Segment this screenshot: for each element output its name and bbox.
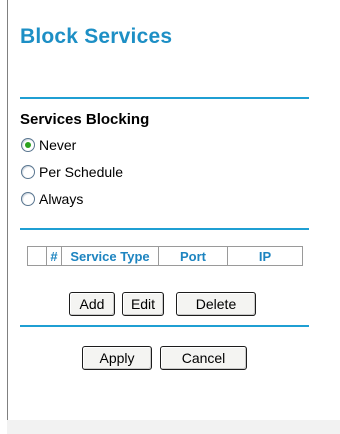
table-header-number: #	[46, 246, 62, 266]
table-header-select	[27, 246, 47, 266]
radio-button-icon[interactable]	[21, 138, 35, 152]
radio-never-label: Never	[39, 137, 77, 153]
edit-button[interactable]: Edit	[122, 292, 164, 316]
divider-top	[20, 97, 309, 99]
radio-always-label: Always	[39, 191, 84, 207]
divider-middle	[20, 228, 309, 230]
services-table: # Service Type Port IP	[27, 246, 303, 266]
radio-button-icon[interactable]	[21, 192, 35, 206]
table-header-row: # Service Type Port IP	[27, 246, 303, 266]
radio-button-icon[interactable]	[21, 165, 35, 179]
services-blocking-label: Services Blocking	[20, 111, 150, 128]
radio-per-schedule-label: Per Schedule	[39, 164, 124, 180]
radio-always[interactable]: Always	[21, 189, 83, 209]
table-header-port: Port	[158, 246, 228, 266]
apply-button[interactable]: Apply	[82, 346, 152, 370]
frame-footer	[7, 420, 340, 434]
table-header-ip: IP	[227, 246, 303, 266]
radio-never[interactable]: Never	[21, 135, 76, 155]
radio-per-schedule[interactable]: Per Schedule	[21, 162, 123, 182]
add-button[interactable]: Add	[69, 292, 115, 316]
table-header-service-type: Service Type	[61, 246, 159, 266]
cancel-button[interactable]: Cancel	[160, 346, 247, 370]
divider-bottom	[20, 325, 309, 327]
delete-button[interactable]: Delete	[176, 292, 256, 316]
page-title: Block Services	[20, 25, 173, 48]
